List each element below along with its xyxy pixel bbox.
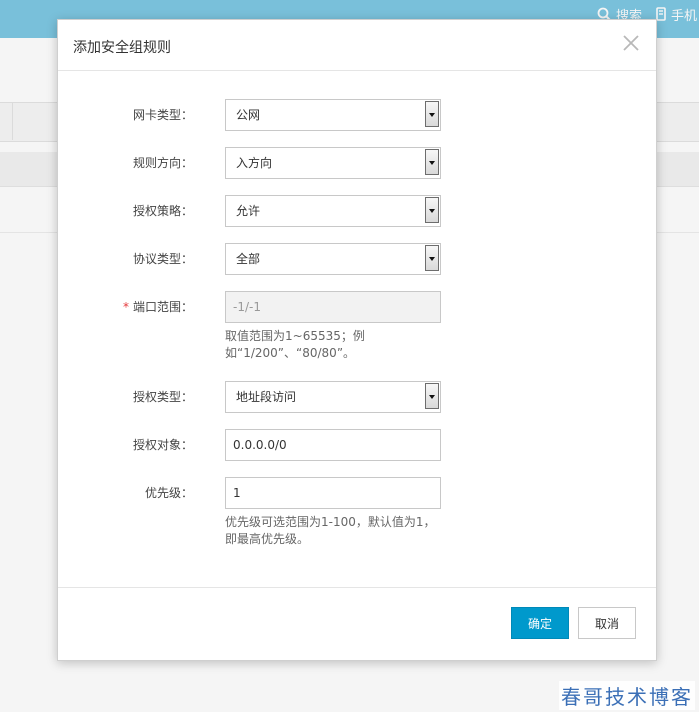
port-range-label: * 端口范围：: [123, 291, 193, 323]
auth-object-row: 授权对象： 0.0.0.0/0: [58, 429, 656, 461]
direction-label: 规则方向：: [132, 156, 193, 170]
policy-label: 授权策略：: [132, 204, 193, 218]
auth-type-value: 地址段访问: [236, 390, 297, 404]
port-range-value: -1/-1: [233, 300, 261, 314]
port-range-row: * 端口范围： -1/-1: [58, 291, 656, 323]
priority-label: 优先级：: [144, 486, 193, 500]
add-security-rule-dialog: 添加安全组规则 网卡类型： 公网 规则方向： 入方向 授权策略： 允许 协议类型…: [57, 19, 657, 661]
priority-value: 1: [233, 486, 241, 500]
chevron-down-icon[interactable]: [425, 101, 439, 127]
auth-object-label: 授权对象：: [132, 438, 193, 452]
policy-value: 允许: [236, 204, 261, 218]
auth-type-row: 授权类型： 地址段访问: [58, 381, 656, 413]
direction-value: 入方向: [236, 156, 273, 170]
auth-object-input[interactable]: 0.0.0.0/0: [225, 429, 441, 461]
chevron-down-icon[interactable]: [425, 245, 439, 271]
policy-select[interactable]: 允许: [225, 195, 441, 227]
close-icon[interactable]: [622, 34, 640, 52]
required-mark: *: [122, 300, 129, 314]
port-range-label-text: 端口范围：: [132, 300, 193, 314]
port-range-input[interactable]: -1/-1: [225, 291, 441, 323]
confirm-button[interactable]: 确定: [511, 607, 569, 639]
nic-type-select[interactable]: 公网: [225, 99, 441, 131]
watermark: 春哥技术博客: [559, 681, 695, 710]
cancel-button[interactable]: 取消: [578, 607, 636, 639]
chevron-down-icon[interactable]: [425, 383, 439, 409]
priority-input[interactable]: 1: [225, 477, 441, 509]
auth-type-select[interactable]: 地址段访问: [225, 381, 441, 413]
protocol-label: 协议类型：: [132, 252, 193, 266]
priority-help: 优先级可选范围为1-100，默认值为1，即最高优先级。: [225, 515, 436, 546]
nic-type-row: 网卡类型： 公网: [58, 99, 656, 131]
protocol-select[interactable]: 全部: [225, 243, 441, 275]
dialog-title: 添加安全组规则: [73, 40, 171, 56]
auth-object-value: 0.0.0.0/0: [233, 438, 287, 452]
direction-row: 规则方向： 入方向: [58, 147, 656, 179]
auth-type-label: 授权类型：: [132, 390, 193, 404]
chevron-down-icon[interactable]: [425, 149, 439, 175]
protocol-row: 协议类型： 全部: [58, 243, 656, 275]
policy-row: 授权策略： 允许: [58, 195, 656, 227]
nic-type-value: 公网: [236, 108, 261, 122]
dialog-header: 添加安全组规则: [58, 20, 656, 71]
chevron-down-icon[interactable]: [425, 197, 439, 223]
direction-select[interactable]: 入方向: [225, 147, 441, 179]
port-range-help: 取值范围为1~65535；例如“1/200”、“80/80”。: [225, 329, 365, 360]
priority-row: 优先级： 1: [58, 477, 656, 509]
nic-type-label: 网卡类型：: [132, 108, 193, 122]
protocol-value: 全部: [236, 252, 261, 266]
